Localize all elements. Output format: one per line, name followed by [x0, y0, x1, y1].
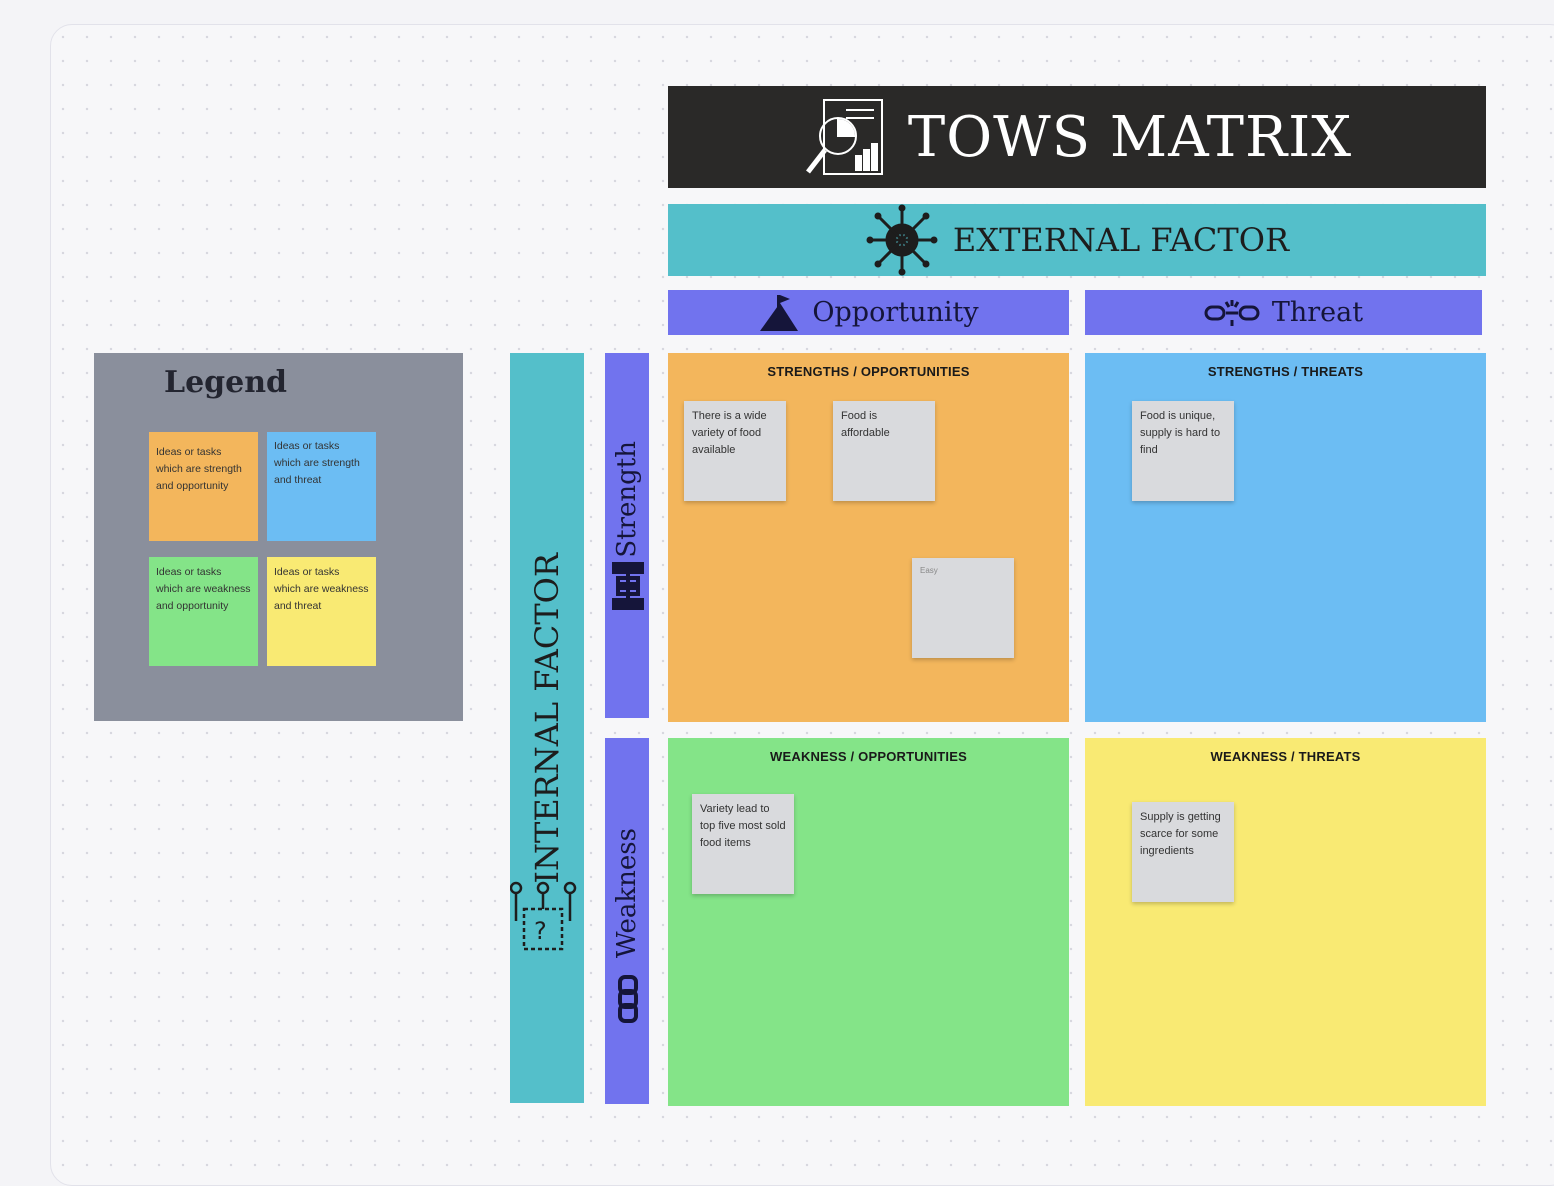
weakness-bar[interactable]: Weakness	[605, 738, 649, 1104]
threat-header[interactable]: Threat	[1085, 290, 1482, 335]
legend-item-weakness-opportunity[interactable]: Ideas or tasks which are weakness and op…	[149, 557, 258, 666]
legend-panel[interactable]: Legend Ideas or tasks which are strength…	[94, 353, 463, 721]
sticky-note[interactable]: Food is unique, supply is hard to find	[1132, 401, 1234, 501]
strength-bar[interactable]: Strength	[605, 353, 649, 718]
report-analysis-icon	[802, 94, 888, 180]
legend-item-strength-opportunity[interactable]: Ideas or tasks which are strength and op…	[149, 432, 258, 541]
title-banner[interactable]: TOWS MATRIX	[668, 86, 1486, 188]
chain-icon	[613, 974, 643, 1024]
sticky-note[interactable]: Variety lead to top five most sold food …	[692, 794, 794, 894]
opportunity-header[interactable]: Opportunity	[668, 290, 1069, 335]
legend-item-strength-threat[interactable]: Ideas or tasks which are strength and th…	[267, 432, 376, 541]
quadrant-title: WEAKNESS / OPPORTUNITIES	[770, 749, 967, 764]
virus-icon	[865, 203, 939, 277]
internal-factor-label: INTERNAL FACTOR	[528, 553, 566, 884]
quadrant-weakness-opportunities[interactable]: WEAKNESS / OPPORTUNITIES Variety lead to…	[668, 738, 1069, 1106]
page-title: TOWS MATRIX	[907, 104, 1353, 170]
mountain-flag-icon	[758, 293, 800, 333]
threat-label: Threat	[1271, 297, 1364, 328]
sticky-note[interactable]: There is a wide variety of food availabl…	[684, 401, 786, 501]
quadrant-strengths-threats[interactable]: STRENGTHS / THREATS Food is unique, supp…	[1085, 353, 1486, 722]
weakness-label: Weakness	[612, 828, 642, 959]
sticky-note[interactable]: Easy	[912, 558, 1014, 658]
quadrant-title: STRENGTHS / OPPORTUNITIES	[767, 364, 970, 379]
org-chart-icon: ?	[510, 881, 580, 955]
quadrant-title: WEAKNESS / THREATS	[1210, 749, 1361, 764]
broken-chain-icon	[1204, 298, 1260, 328]
opportunity-label: Opportunity	[812, 297, 979, 328]
quadrant-strengths-opportunities[interactable]: STRENGTHS / OPPORTUNITIES There is a wid…	[668, 353, 1069, 722]
sticky-note[interactable]: Food is affordable	[833, 401, 935, 501]
svg-text:?: ?	[534, 917, 547, 945]
legend-title: Legend	[164, 365, 288, 400]
dumbbell-icon	[608, 558, 648, 614]
internal-factor-bar[interactable]: INTERNAL FACTOR ?	[510, 353, 584, 1103]
strength-label: Strength	[612, 441, 642, 558]
sticky-note[interactable]: Supply is getting scarce for some ingred…	[1132, 802, 1234, 902]
external-factor-label: EXTERNAL FACTOR	[952, 221, 1290, 259]
quadrant-weakness-threats[interactable]: WEAKNESS / THREATS Supply is getting sca…	[1085, 738, 1486, 1106]
legend-item-weakness-threat[interactable]: Ideas or tasks which are weakness and th…	[267, 557, 376, 666]
quadrant-title: STRENGTHS / THREATS	[1207, 364, 1364, 379]
external-factor-banner[interactable]: EXTERNAL FACTOR	[668, 204, 1486, 276]
